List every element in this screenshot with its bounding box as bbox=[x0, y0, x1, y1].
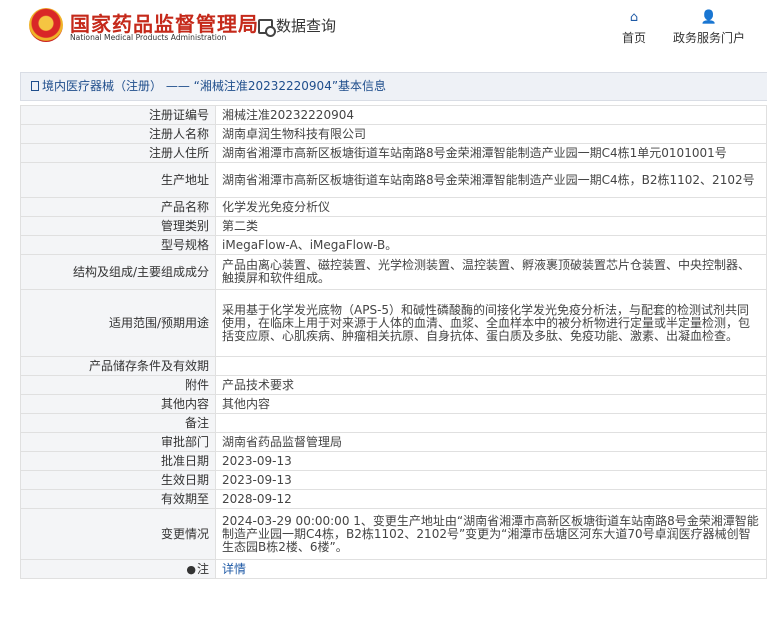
field-value: 采用基于化学发光底物（APS-5）和碱性磷酸酶的间接化学发光免疫分析法，与配套的… bbox=[215, 289, 767, 357]
table-row: 管理类别 第二类 bbox=[20, 216, 767, 236]
data-query-label: 数据查询 bbox=[276, 17, 337, 35]
field-label: 生效日期 bbox=[20, 470, 216, 490]
details-link[interactable]: 详情 bbox=[222, 562, 246, 576]
table-row: 结构及组成/主要组成成分 产品由离心装置、磁控装置、光学检测装置、温控装置、孵液裹… bbox=[20, 254, 767, 290]
panel-title: 境内医疗器械（注册） —— “湘械注准20232220904”基本信息 bbox=[20, 72, 767, 101]
field-value: 2024-03-29 00:00:00 1、变更生产地址由“湖南省湘潭市高新区板… bbox=[215, 508, 767, 560]
field-value: 其他内容 bbox=[215, 394, 767, 414]
field-label: 有效期至 bbox=[20, 489, 216, 509]
note-label: ●注 bbox=[20, 559, 216, 579]
field-label: 其他内容 bbox=[20, 394, 216, 414]
field-value: 湖南省药品监督管理局 bbox=[215, 432, 767, 452]
field-value: 化学发光免疫分析仪 bbox=[215, 197, 767, 217]
document-icon bbox=[31, 81, 39, 91]
field-label: 产品名称 bbox=[20, 197, 216, 217]
table-row: 审批部门 湖南省药品监督管理局 bbox=[20, 432, 767, 452]
table-row: 产品储存条件及有效期 bbox=[20, 356, 767, 376]
field-label: 注册人名称 bbox=[20, 124, 216, 144]
field-label: 结构及组成/主要组成成分 bbox=[20, 254, 216, 290]
home-icon: ⌂ bbox=[629, 10, 639, 25]
field-label: 变更情况 bbox=[20, 508, 216, 560]
table-row: 有效期至 2028-09-12 bbox=[20, 489, 767, 509]
field-label: 产品储存条件及有效期 bbox=[20, 356, 216, 376]
field-value bbox=[215, 356, 767, 376]
note-label-text: 注 bbox=[196, 561, 209, 576]
field-label: 型号规格 bbox=[20, 235, 216, 255]
field-label: 附件 bbox=[20, 375, 216, 395]
table-row: 生效日期 2023-09-13 bbox=[20, 470, 767, 490]
field-value: 2023-09-13 bbox=[215, 470, 767, 490]
nav-gov-portal[interactable]: 👤 政务服务门户 bbox=[672, 11, 746, 46]
note-value: 详情 bbox=[215, 559, 767, 579]
field-value: 产品技术要求 bbox=[215, 375, 767, 395]
table-row: 附件 产品技术要求 bbox=[20, 375, 767, 395]
search-document-icon bbox=[258, 19, 276, 37]
nav-gov-label: 政务服务门户 bbox=[672, 31, 745, 45]
table-row: 生产地址 湖南省湘潭市高新区板塘街道车站南路8号金荣湘潭智能制造产业园一期C4栋，… bbox=[20, 162, 767, 198]
table-row: 产品名称 化学发光免疫分析仪 bbox=[20, 197, 767, 217]
user-icon: 👤 bbox=[700, 10, 718, 25]
field-value: 湘械注准20232220904 bbox=[215, 105, 767, 125]
field-label: 批准日期 bbox=[20, 451, 216, 471]
table-row: 其他内容 其他内容 bbox=[20, 394, 767, 414]
table-row: 备注 bbox=[20, 413, 767, 433]
field-value: 2028-09-12 bbox=[215, 489, 767, 509]
field-label: 生产地址 bbox=[20, 162, 216, 198]
table-row: 变更情况 2024-03-29 00:00:00 1、变更生产地址由“湖南省湘潭市… bbox=[20, 508, 767, 560]
table-row: ●注 详情 bbox=[20, 559, 767, 579]
field-value: 湖南省湘潭市高新区板塘街道车站南路8号金荣湘潭智能制造产业园一期C4栋1单元01… bbox=[215, 143, 767, 163]
info-table: 注册证编号 湘械注准20232220904 注册人名称 湖南卓润生物科技有限公司 注册人… bbox=[20, 105, 767, 579]
panel-title-text: 境内医疗器械（注册） —— “湘械注准20232220904”基本信息 bbox=[42, 79, 387, 93]
field-label: 适用范围/预期用途 bbox=[20, 289, 216, 357]
data-query-title[interactable]: 数据查询 bbox=[258, 15, 337, 37]
national-emblem-icon bbox=[29, 8, 63, 42]
table-row: 型号规格 iMegaFlow-A、iMegaFlow-B。 bbox=[20, 235, 767, 255]
field-label: 管理类别 bbox=[20, 216, 216, 236]
site-header: 国家药品监督管理局 National Medical Products Admi… bbox=[0, 0, 767, 56]
table-row: 注册人住所 湖南省湘潭市高新区板塘街道车站南路8号金荣湘潭智能制造产业园一期C4栋… bbox=[20, 143, 767, 163]
table-row: 批准日期 2023-09-13 bbox=[20, 451, 767, 471]
bulb-icon: ● bbox=[186, 562, 196, 576]
table-row: 适用范围/预期用途 采用基于化学发光底物（APS-5）和碱性磷酸酶的间接化学发光免… bbox=[20, 289, 767, 357]
field-value: iMegaFlow-A、iMegaFlow-B。 bbox=[215, 235, 767, 255]
brand-name-en[interactable]: National Medical Products Administration bbox=[70, 33, 226, 42]
field-label: 备注 bbox=[20, 413, 216, 433]
field-value bbox=[215, 413, 767, 433]
field-label: 审批部门 bbox=[20, 432, 216, 452]
field-value: 湖南卓润生物科技有限公司 bbox=[215, 124, 767, 144]
field-value: 湖南省湘潭市高新区板塘街道车站南路8号金荣湘潭智能制造产业园一期C4栋，B2栋1… bbox=[215, 162, 767, 198]
field-label: 注册证编号 bbox=[20, 105, 216, 125]
nav-home[interactable]: ⌂ 首页 bbox=[620, 11, 648, 46]
detail-panel: 境内医疗器械（注册） —— “湘械注准20232220904”基本信息 注册证编… bbox=[20, 72, 767, 632]
field-label: 注册人住所 bbox=[20, 143, 216, 163]
field-value: 2023-09-13 bbox=[215, 451, 767, 471]
table-row: 注册证编号 湘械注准20232220904 bbox=[20, 105, 767, 125]
field-value: 第二类 bbox=[215, 216, 767, 236]
nav-home-label: 首页 bbox=[621, 31, 646, 45]
table-row: 注册人名称 湖南卓润生物科技有限公司 bbox=[20, 124, 767, 144]
field-value: 产品由离心装置、磁控装置、光学检测装置、温控装置、孵液裹顶破装置芯片仓装置、中央… bbox=[215, 254, 767, 290]
